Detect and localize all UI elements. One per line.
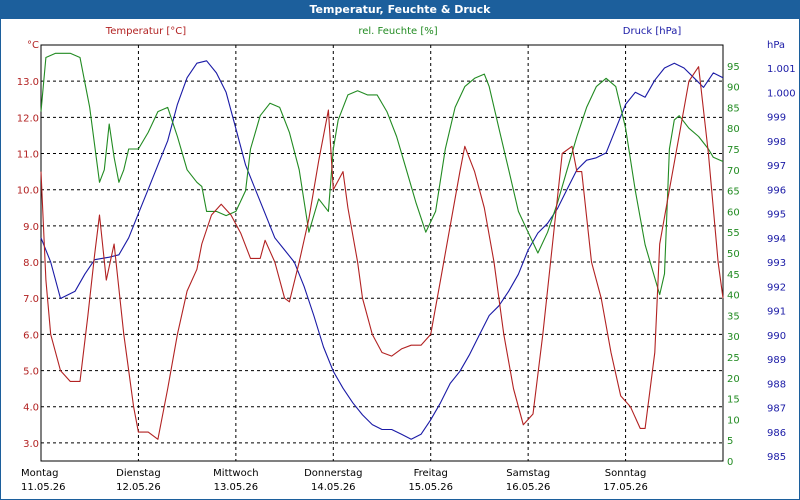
pressure-tick-label: 995 xyxy=(767,210,786,221)
pressure-tick-label: 985 xyxy=(767,452,786,463)
humidity-tick-label: 25 xyxy=(727,353,740,364)
humidity-tick-label: 15 xyxy=(727,395,740,406)
pressure-tick-label: 991 xyxy=(767,307,786,318)
temperature-axis-title: Temperatur [°C] xyxy=(105,26,186,37)
x-tick-day-label: Montag xyxy=(21,468,58,479)
humidity-tick-label: 65 xyxy=(727,187,740,198)
chart-window: Temperatur, Feuchte & Druck Temperatur [… xyxy=(0,0,800,500)
humidity-tick-label: 0 xyxy=(727,457,733,468)
axes: Temperatur [°C] rel. Feuchte [%] Druck [hP… xyxy=(17,26,796,493)
temperature-tick-label: 4.0 xyxy=(23,403,39,414)
x-tick-date-label: 13.05.26 xyxy=(214,482,259,493)
x-tick-day-label: Freitag xyxy=(414,468,448,479)
humidity-tick-label: 35 xyxy=(727,311,740,322)
x-tick-day-label: Sonntag xyxy=(605,468,647,479)
pressure-tick-label: 989 xyxy=(767,355,786,366)
humidity-tick-label: 90 xyxy=(727,83,740,94)
pressure-tick-label: 986 xyxy=(767,428,786,439)
temperature-tick-label: 11.0 xyxy=(17,150,39,161)
temperature-tick-label: 12.0 xyxy=(17,113,39,124)
temperature-tick-label: 3.0 xyxy=(23,439,39,450)
temperature-tick-label: 7.0 xyxy=(23,294,39,305)
humidity-axis-title: rel. Feuchte [%] xyxy=(358,26,437,37)
humidity-tick-label: 70 xyxy=(727,166,740,177)
pressure-tick-label: 993 xyxy=(767,258,786,269)
pressure-tick-label: 992 xyxy=(767,282,786,293)
humidity-tick-label: 40 xyxy=(727,291,740,302)
pressure-tick-label: 1.001 xyxy=(767,64,796,75)
temperature-tick-label: 10.0 xyxy=(17,186,39,197)
pressure-axis-title: Druck [hPa] xyxy=(623,26,682,37)
pressure-tick-label: 987 xyxy=(767,404,786,415)
x-tick-date-label: 16.05.26 xyxy=(506,482,551,493)
window-title: Temperatur, Feuchte & Druck xyxy=(1,1,799,19)
pressure-unit-label: hPa xyxy=(767,40,785,51)
x-tick-date-label: 14.05.26 xyxy=(311,482,356,493)
pressure-tick-label: 996 xyxy=(767,185,786,196)
humidity-tick-label: 95 xyxy=(727,62,740,73)
humidity-tick-label: 60 xyxy=(727,207,740,218)
x-tick-date-label: 12.05.26 xyxy=(116,482,161,493)
pressure-tick-label: 997 xyxy=(767,161,786,172)
pressure-tick-label: 988 xyxy=(767,379,786,390)
humidity-tick-label: 85 xyxy=(727,103,740,114)
weather-line-chart: Temperatur [°C] rel. Feuchte [%] Druck [hP… xyxy=(17,26,796,493)
humidity-tick-label: 20 xyxy=(727,374,740,385)
pressure-tick-label: 998 xyxy=(767,137,786,148)
temperature-tick-label: 13.0 xyxy=(17,77,39,88)
x-tick-day-label: Samstag xyxy=(506,468,550,479)
humidity-tick-label: 80 xyxy=(727,124,740,135)
x-tick-date-label: 17.05.26 xyxy=(603,482,648,493)
humidity-tick-label: 30 xyxy=(727,332,740,343)
pressure-tick-label: 994 xyxy=(767,234,786,245)
temperature-tick-label: 6.0 xyxy=(23,330,39,341)
x-tick-date-label: 11.05.26 xyxy=(21,482,66,493)
temperature-tick-label: 9.0 xyxy=(23,222,39,233)
humidity-tick-label: 45 xyxy=(727,270,740,281)
humidity-tick-label: 50 xyxy=(727,249,740,260)
x-tick-day-label: Dienstag xyxy=(116,468,161,479)
series-line-humidity xyxy=(40,52,724,296)
humidity-tick-label: 55 xyxy=(727,228,740,239)
humidity-tick-label: 10 xyxy=(727,415,740,426)
pressure-tick-label: 990 xyxy=(767,331,786,342)
pressure-tick-label: 999 xyxy=(767,113,786,124)
x-tick-day-label: Mittwoch xyxy=(213,468,258,479)
x-tick-date-label: 15.05.26 xyxy=(408,482,453,493)
temperature-unit-label: °C xyxy=(27,40,39,51)
series-line-temperature xyxy=(40,66,724,440)
humidity-tick-label: 75 xyxy=(727,145,740,156)
temperature-tick-label: 5.0 xyxy=(23,367,39,378)
temperature-tick-label: 8.0 xyxy=(23,258,39,269)
pressure-tick-label: 1.000 xyxy=(767,88,796,99)
series-layer xyxy=(40,52,724,440)
humidity-tick-label: 5 xyxy=(727,436,733,447)
x-tick-day-label: Donnerstag xyxy=(304,468,362,479)
